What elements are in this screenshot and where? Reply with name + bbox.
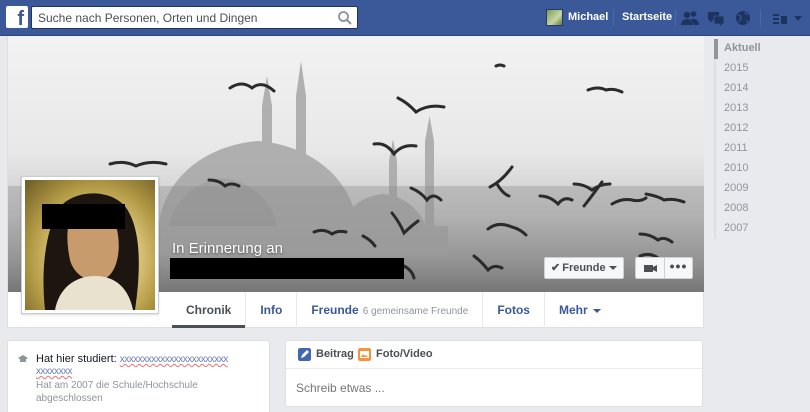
nav-divider [675, 10, 676, 26]
timeline-year-nav: Aktuell 2015 2014 2013 2012 2011 2010 20… [714, 39, 804, 239]
video-camera-icon [644, 265, 657, 272]
year-item[interactable]: 2012 [714, 119, 804, 139]
friends-button-label: Freunde [562, 262, 606, 274]
tab-freunde[interactable]: Freunde 6 gemeinsame Freunde [296, 292, 482, 328]
facebook-logo-icon[interactable]: f [6, 6, 28, 28]
tab-mehr-label: Mehr [558, 303, 588, 317]
more-options-button[interactable]: ••• [664, 257, 693, 279]
checkmark-icon: ✔ [551, 262, 561, 274]
school-link[interactable]: xxxxxxxxxxxxxxxxxxxxxxxx [120, 354, 229, 365]
profile-header: In Erinnerung an ✔ Freunde ••• Chronik In… [7, 36, 704, 328]
graduation-cap-icon [18, 355, 28, 362]
nav-divider [760, 10, 761, 26]
redacted-profile-name [170, 258, 404, 279]
home-link[interactable]: Startseite [622, 11, 672, 23]
tab-freunde-label: Freunde [311, 303, 359, 317]
tab-info[interactable]: Info [245, 292, 296, 328]
friend-requests-icon[interactable] [680, 9, 700, 27]
year-item[interactable]: 2014 [714, 79, 804, 99]
year-item[interactable]: 2011 [714, 139, 804, 159]
privacy-shortcuts-icon[interactable] [770, 9, 790, 27]
photo-icon [358, 348, 371, 361]
profile-tabs: Chronik Info Freunde 6 gemeinsame Freunde… [172, 292, 615, 328]
composer-input[interactable] [296, 381, 686, 395]
notifications-globe-icon[interactable] [733, 9, 753, 27]
graduation-info: Hat am 2007 die Schule/Hochschule abgesc… [36, 380, 198, 404]
year-item[interactable]: 2007 [714, 219, 804, 239]
search-input[interactable] [32, 7, 332, 28]
messages-icon[interactable] [706, 9, 726, 27]
profile-photo [25, 180, 155, 310]
video-call-button[interactable] [635, 257, 665, 279]
tab-chronik[interactable]: Chronik [172, 292, 246, 328]
friends-status-button[interactable]: ✔ Freunde [544, 257, 624, 279]
nav-divider [613, 10, 614, 26]
composer-tabs: Beitrag Foto/Video [286, 341, 702, 369]
year-item[interactable]: Aktuell [714, 39, 804, 59]
studied-label: Hat hier studiert: [36, 353, 117, 365]
redacted-eyes [42, 204, 125, 229]
tab-fotos[interactable]: Fotos [482, 292, 544, 328]
composer-tab-photo-video[interactable]: Foto/Video [376, 348, 433, 360]
year-item[interactable]: 2010 [714, 159, 804, 179]
tab-mehr[interactable]: Mehr [543, 292, 615, 328]
user-avatar[interactable] [546, 9, 563, 26]
search-box[interactable] [31, 6, 358, 29]
intro-card: Hat hier studiert: xxxxxxxxxxxxxxxxxxxxx… [7, 340, 270, 412]
chevron-down-icon [592, 308, 601, 313]
year-item[interactable]: 2015 [714, 59, 804, 79]
profile-picture[interactable] [21, 176, 159, 314]
year-item[interactable]: 2008 [714, 199, 804, 219]
chevron-down-icon [609, 266, 617, 270]
year-item[interactable]: 2009 [714, 179, 804, 199]
profile-photo-illustration [43, 193, 139, 310]
memorial-label: In Erinnerung an [172, 240, 283, 257]
account-settings-arrow-icon[interactable] [790, 9, 810, 27]
studied-at: Hat hier studiert: xxxxxxxxxxxxxxxxxxxxx… [36, 353, 228, 365]
top-navigation-bar: f Michael Startseite [0, 0, 810, 36]
mutual-friends-count: 6 gemeinsame Freunde [362, 306, 469, 317]
search-icon[interactable] [337, 10, 353, 26]
composer-tab-post[interactable]: Beitrag [316, 348, 354, 360]
pencil-icon [298, 348, 311, 361]
school-link-continued[interactable]: xxxxxxxx [36, 366, 73, 377]
year-item[interactable]: 2013 [714, 99, 804, 119]
post-composer: Beitrag Foto/Video [285, 340, 703, 407]
user-name-link[interactable]: Michael [568, 11, 608, 23]
